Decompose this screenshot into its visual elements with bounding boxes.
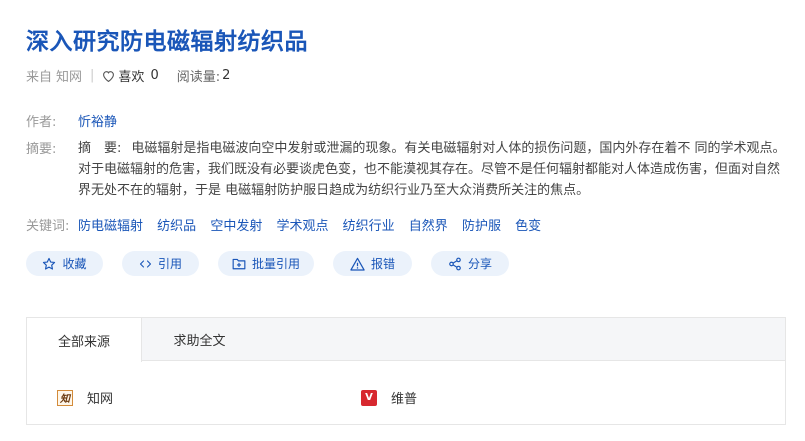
report-button[interactable]: 报错 [333, 251, 412, 276]
code-icon [139, 259, 152, 268]
report-label: 报错 [370, 257, 395, 271]
source-item-vip[interactable]: V 维普 [361, 388, 417, 407]
batch-cite-button[interactable]: 批量引用 [218, 251, 314, 276]
article-title: 深入研究防电磁辐射纺织品 [26, 29, 308, 55]
keywords-list: 防电磁辐射 纺织品 空中发射 学术观点 纺织行业 自然界 防护服 色变 [78, 215, 551, 234]
action-bar: 收藏 引用 批量引用 报错 分享 [26, 251, 528, 276]
warning-icon [350, 257, 365, 271]
author-link[interactable]: 忻裕静 [78, 111, 117, 130]
star-icon [43, 257, 56, 270]
share-label: 分享 [467, 257, 492, 271]
likes-label: 喜欢 [118, 70, 145, 85]
source-item-label: 知网 [87, 392, 114, 407]
keywords-label: 关键词: [26, 219, 70, 234]
abstract-label: 摘要: [26, 142, 57, 157]
reads-label: 阅读量: [176, 70, 221, 85]
batch-cite-label: 批量引用 [251, 257, 300, 271]
keyword-link[interactable]: 自然界 [409, 219, 448, 234]
collect-button[interactable]: 收藏 [26, 251, 103, 276]
keyword-link[interactable]: 色变 [515, 219, 541, 234]
folder-plus-icon [232, 258, 246, 270]
tab-all-sources[interactable]: 全部来源 [27, 318, 142, 362]
share-icon [449, 257, 461, 270]
source-item-cnki[interactable]: 知 知网 [57, 388, 113, 407]
keyword-link[interactable]: 纺织品 [157, 219, 196, 234]
sources-tabbar: 全部来源 求助全文 [27, 318, 785, 362]
source-item-label: 维普 [391, 392, 418, 407]
abstract-body: 电磁辐射是指电磁波向空中发射或泄漏的现象。有关电磁辐射对人体的损伤问题，国内外存… [78, 141, 786, 198]
cite-label: 引用 [157, 257, 182, 271]
author-row: 作者: 忻裕静 [26, 111, 117, 130]
like-button[interactable]: 喜欢 0 [102, 66, 159, 85]
author-label: 作者: [26, 115, 57, 130]
heart-icon [103, 70, 115, 82]
keywords-row: 关键词: 防电磁辐射 纺织品 空中发射 学术观点 纺织行业 自然界 防护服 色变 [26, 215, 551, 234]
article-meta: 来自 知网 | 喜欢 0 阅读量: 2 [26, 66, 230, 85]
abstract-text: 摘 要: 电磁辐射是指电磁波向空中发射或泄漏的现象。有关电磁辐射对人体的损伤问题，… [78, 138, 786, 201]
source-prefix: 来自 [26, 70, 53, 85]
source-list: 知 知网 V 维普 [27, 361, 785, 425]
share-button[interactable]: 分享 [431, 251, 509, 276]
keyword-link[interactable]: 空中发射 [210, 219, 262, 234]
vip-logo-icon: V [361, 389, 377, 406]
cite-button[interactable]: 引用 [122, 251, 199, 276]
likes-count: 0 [150, 68, 159, 83]
tab-request-fulltext[interactable]: 求助全文 [142, 318, 257, 361]
cnki-logo-icon: 知 [57, 389, 73, 406]
sources-panel: 全部来源 求助全文 知 知网 V 维普 [26, 317, 786, 425]
keyword-link[interactable]: 纺织行业 [343, 219, 395, 234]
source-name: 知网 [56, 70, 83, 85]
abstract-lead: 摘 要: [78, 141, 122, 156]
reads-count: 2 [222, 68, 231, 83]
keyword-link[interactable]: 防护服 [462, 219, 501, 234]
keyword-link[interactable]: 防电磁辐射 [78, 219, 143, 234]
collect-label: 收藏 [62, 257, 87, 271]
keyword-link[interactable]: 学术观点 [276, 219, 328, 234]
abstract-row: 摘要: 摘 要: 电磁辐射是指电磁波向空中发射或泄漏的现象。有关电磁辐射对人体的损… [26, 138, 786, 201]
meta-separator: | [90, 68, 95, 83]
